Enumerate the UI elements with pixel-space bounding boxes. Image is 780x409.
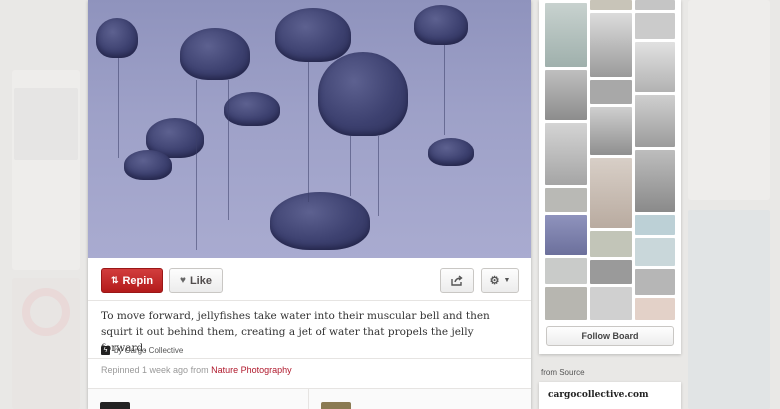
tentacle (118, 58, 119, 158)
board-thumbnail[interactable] (590, 231, 632, 257)
like-label: Like (189, 274, 212, 287)
jellyfish (414, 5, 468, 45)
pin-source[interactable]: ϟ by Cargo Collective (101, 346, 183, 355)
pin-image[interactable] (88, 0, 531, 258)
divider (88, 358, 531, 359)
board-thumbnail[interactable] (590, 13, 632, 77)
tentacle (350, 136, 351, 196)
board-thumbnail[interactable] (635, 42, 675, 92)
jellyfish (275, 8, 351, 62)
board-thumbnail[interactable] (635, 269, 675, 295)
settings-menu-button[interactable]: ⚙ ▼ (481, 268, 519, 293)
jellyfish (428, 138, 474, 166)
board-thumbnail[interactable] (590, 287, 632, 320)
board-thumbnail[interactable] (635, 238, 675, 266)
board-thumbnail[interactable] (590, 107, 632, 155)
tentacle (378, 136, 379, 216)
chevron-down-icon: ▼ (503, 277, 511, 284)
repinned-text: Repinned 1 week ago from (101, 365, 209, 375)
board-thumbnail[interactable] (545, 123, 587, 185)
jellyfish (180, 28, 250, 80)
pin-icon: ⇅ (110, 275, 119, 285)
board-thumbnail[interactable] (635, 298, 675, 320)
divider (88, 300, 531, 301)
like-button[interactable]: ♥ Like (169, 268, 223, 293)
jellyfish (96, 18, 138, 58)
board-thumbnail[interactable] (635, 150, 675, 212)
repinned-board-link[interactable]: Nature Photography (211, 365, 292, 375)
board-thumbnail[interactable] (590, 80, 632, 104)
pin-card: ⇅ Repin ♥ Like ⚙ ▼ To move forward, jell… (88, 0, 531, 409)
jellyfish (318, 52, 408, 136)
tentacle (196, 80, 197, 250)
pin-action-bar: ⇅ Repin ♥ Like ⚙ ▼ (88, 258, 531, 300)
pin-source-name: by Cargo Collective (114, 346, 184, 355)
pinner-strip (88, 389, 531, 409)
board-thumbnail[interactable] (590, 260, 632, 284)
source-card[interactable]: cargocollective.com (539, 382, 681, 409)
board-thumbnail[interactable] (590, 158, 632, 228)
board-thumbnail[interactable] (590, 0, 632, 10)
repinned-info: Repinned 1 week ago from Nature Photogra… (101, 365, 292, 375)
board-thumbnail[interactable] (635, 13, 675, 39)
tentacle (444, 45, 445, 135)
gear-icon: ⚙ (489, 275, 500, 287)
from-source-heading: from Source (541, 368, 585, 377)
tentacle (228, 80, 229, 220)
board-thumbnail[interactable] (635, 0, 675, 10)
source-url[interactable]: cargocollective.com (548, 390, 649, 400)
tentacle (308, 62, 309, 202)
board-thumbnail[interactable] (635, 215, 675, 235)
follow-board-button[interactable]: Follow Board (546, 326, 674, 346)
board-thumbnail[interactable] (545, 3, 587, 67)
board-thumbnail[interactable] (545, 188, 587, 212)
avatar[interactable] (100, 402, 130, 409)
lightning-icon: ϟ (101, 346, 110, 355)
board-thumbnail[interactable] (545, 215, 587, 255)
repin-button[interactable]: ⇅ Repin (101, 268, 163, 293)
repin-label: Repin (122, 274, 154, 287)
jellyfish (124, 150, 172, 180)
board-panel: Follow Board (539, 0, 681, 354)
divider (308, 389, 309, 409)
board-thumbnail[interactable] (635, 95, 675, 147)
jellyfish (270, 192, 370, 250)
share-button[interactable] (440, 268, 474, 293)
board-thumbnail[interactable] (545, 70, 587, 120)
board-thumbnail[interactable] (545, 287, 587, 320)
avatar[interactable] (321, 402, 351, 409)
jellyfish (224, 92, 280, 126)
heart-icon: ♥ (180, 275, 186, 286)
share-icon (451, 275, 463, 286)
board-thumbnail[interactable] (545, 258, 587, 284)
